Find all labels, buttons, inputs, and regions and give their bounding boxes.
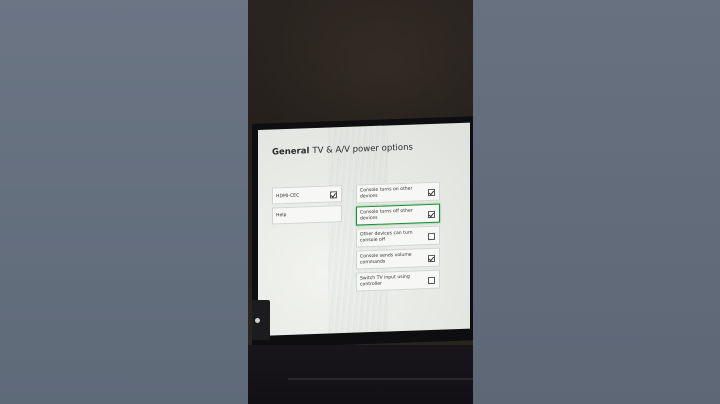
hdmi-cec-option[interactable]: HDMI-CEC — [272, 185, 342, 205]
help-label: Help — [276, 213, 287, 219]
console-turns-off-option[interactable]: Console turns off other devices — [356, 203, 440, 226]
other-devices-turn-off-label: Other devices can turn console off — [360, 230, 413, 244]
page-title: TV & A/V power options — [312, 142, 413, 157]
other-devices-turn-off-checkbox[interactable] — [428, 232, 435, 241]
volume-commands-checkbox[interactable] — [428, 254, 435, 263]
photo-of-tv: General TV & A/V power options HDMI-CEC H… — [248, 0, 473, 404]
hdmi-cec-checkbox[interactable] — [330, 191, 337, 199]
help-option[interactable]: Help — [272, 205, 342, 225]
tv-screen: General TV & A/V power options HDMI-CEC H… — [258, 122, 470, 336]
section-title: General — [272, 146, 310, 158]
blurred-left-margin — [0, 0, 248, 404]
console-turns-off-label: Console turns off other devices — [360, 208, 413, 222]
volume-commands-option[interactable]: Console sends volume commands — [356, 247, 440, 270]
other-devices-turn-off-option[interactable]: Other devices can turn console off — [356, 225, 440, 248]
switch-tv-input-checkbox[interactable] — [428, 276, 435, 285]
console-turns-on-option[interactable]: Console turns on other devices — [356, 181, 440, 204]
switch-tv-input-label: Switch TV input using controller — [360, 274, 410, 288]
switch-tv-input-option[interactable]: Switch TV input using controller — [356, 269, 440, 292]
tv-stand — [248, 345, 473, 404]
hdmi-cec-label: HDMI-CEC — [276, 193, 300, 200]
blurred-right-margin — [473, 0, 720, 404]
console-turns-on-checkbox[interactable] — [428, 188, 435, 197]
console-turns-off-checkbox[interactable] — [428, 210, 435, 219]
cabinet-edge — [288, 378, 473, 380]
volume-commands-label: Console sends volume commands — [360, 252, 412, 266]
power-light-icon — [255, 318, 260, 323]
console-turns-on-label: Console turns on other devices — [360, 186, 413, 200]
